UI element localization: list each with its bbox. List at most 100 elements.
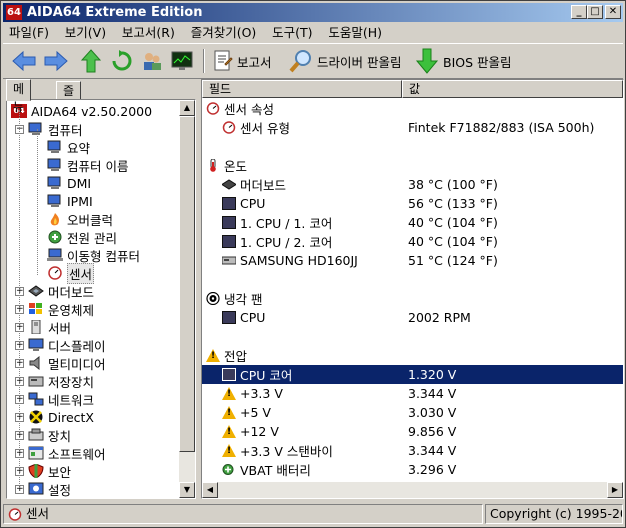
warning-icon: !	[206, 349, 220, 362]
tree-item-network[interactable]: + 네트워크	[15, 390, 94, 408]
scroll-down-button[interactable]: ▼	[179, 482, 195, 498]
menu-help[interactable]: 도움말(H)	[322, 23, 388, 42]
row-field: VBAT 배터리	[240, 463, 311, 478]
report-button[interactable]: 보고서	[213, 48, 272, 74]
tree-item-overclock[interactable]: 오버클럭	[47, 210, 113, 228]
tree-item-label: AIDA64 v2.50.2000	[31, 103, 153, 119]
tree-item-computer-name[interactable]: 컴퓨터 이름	[47, 156, 128, 174]
motherboard-icon	[28, 285, 44, 297]
tree-item-multimedia[interactable]: + 멀티미디어	[15, 354, 106, 372]
table-row[interactable]: SAMSUNG HD160JJ 51 °C (124 °F)	[202, 251, 623, 270]
scroll-right-button[interactable]: ▶	[607, 482, 623, 498]
scrollbar-thumb[interactable]	[179, 116, 195, 452]
driver-update-button[interactable]: 드라이버 판올림	[289, 48, 401, 74]
tree-item-devices[interactable]: + 장치	[15, 426, 71, 444]
tree-item-security[interactable]: + 보안	[15, 462, 71, 480]
table-row[interactable]: 1. CPU / 1. 코어 40 °C (104 °F)	[202, 213, 623, 232]
title-bar[interactable]: 64 AIDA64 Extreme Edition _ □ ✕	[3, 3, 623, 22]
software-icon	[28, 446, 44, 460]
row-value: 3.030 V	[408, 405, 457, 420]
cpu-icon	[222, 216, 236, 229]
tree-item-summary[interactable]: 요약	[47, 138, 90, 156]
tree-item-power[interactable]: 전원 관리	[47, 228, 117, 246]
tree-item-computer[interactable]: − 컴퓨터	[15, 120, 83, 138]
tree-item-ipmi[interactable]: IPMI	[47, 192, 93, 210]
minimize-button[interactable]: _	[571, 5, 587, 19]
tree-item-label: 컴퓨터 이름	[67, 158, 129, 174]
tree-item-display[interactable]: + 디스플레이	[15, 336, 106, 354]
column-header-value[interactable]: 값	[402, 80, 623, 98]
row-field: 1. CPU / 2. 코어	[240, 235, 333, 250]
table-row[interactable]: 센서 유형 Fintek F71882/883 (ISA 500h)	[202, 118, 623, 137]
table-row[interactable]: VBAT 배터리 3.296 V	[202, 460, 623, 479]
tree-item-storage[interactable]: + 저장장치	[15, 372, 94, 390]
tree-item-portable[interactable]: 이동형 컴퓨터	[47, 246, 140, 264]
section-title: 센서 속성	[224, 102, 274, 117]
tree-vertical-scrollbar[interactable]: ▲ ▼	[179, 100, 195, 498]
menu-file[interactable]: 파일(F)	[3, 23, 55, 42]
tree-item-directx[interactable]: + DirectX	[15, 408, 94, 426]
tree-item-label: 보안	[48, 464, 72, 480]
table-row-selected[interactable]: CPU 코어 1.320 V	[202, 365, 623, 384]
menu-view[interactable]: 보기(V)	[59, 23, 112, 42]
tree-item-settings[interactable]: + 설정	[15, 480, 71, 498]
sensor-gauge-icon	[8, 507, 22, 521]
tree-item-server[interactable]: + 서버	[15, 318, 71, 336]
column-header-field[interactable]: 필드	[202, 80, 402, 98]
up-button[interactable]	[81, 48, 101, 74]
table-row[interactable]: ! +12 V 9.856 V	[202, 422, 623, 441]
tree-item-dmi[interactable]: DMI	[47, 174, 91, 192]
menu-favorites[interactable]: 즐겨찾기(O)	[185, 23, 263, 42]
tab-favorites[interactable]: 즐겨찾기	[56, 81, 82, 152]
row-value: 9.856 V	[408, 424, 457, 439]
table-row[interactable]: ! +3.3 V 3.344 V	[202, 384, 623, 403]
row-value: 40 °C (104 °F)	[408, 215, 498, 230]
tree-view: 64 AIDA64 v2.50.2000 − 컴퓨터 요약 컴퓨터 이름 DMI	[6, 99, 196, 499]
table-row[interactable]: CPU 56 °C (133 °F)	[202, 194, 623, 213]
back-arrow-icon	[12, 50, 36, 72]
monitor-button[interactable]	[171, 48, 193, 74]
cpu-icon	[222, 311, 236, 324]
tree-item-os[interactable]: + 운영체제	[15, 300, 94, 318]
forward-arrow-icon	[44, 50, 68, 72]
tree-item-label: 머더보드	[48, 284, 95, 300]
close-button[interactable]: ✕	[605, 5, 621, 19]
table-row[interactable]: CPU 2002 RPM	[202, 308, 623, 327]
menu-tools[interactable]: 도구(T)	[266, 23, 318, 42]
table-row[interactable]: ! +3.3 V 스탠바이 3.344 V	[202, 441, 623, 460]
user-button[interactable]	[141, 48, 163, 74]
scroll-up-button[interactable]: ▲	[179, 100, 195, 116]
magnifier-icon	[289, 50, 311, 73]
fan-icon	[206, 292, 220, 305]
table-row[interactable]: 머더보드 38 °C (100 °F)	[202, 175, 623, 194]
row-field: SAMSUNG HD160JJ	[240, 253, 358, 268]
aida64-app-icon[interactable]: 64	[6, 5, 22, 20]
tree-item-label: 컴퓨터	[48, 122, 83, 138]
tree-item-sensor[interactable]: 센서	[47, 262, 95, 284]
cpu-icon	[222, 368, 236, 381]
tree-item-software[interactable]: + 소프트웨어	[15, 444, 106, 462]
back-button[interactable]	[11, 48, 37, 74]
table-row[interactable]: ! +5 V 3.030 V	[202, 403, 623, 422]
bios-update-label: BIOS 판올림	[443, 54, 512, 70]
row-field: +5 V	[240, 405, 271, 420]
power-management-icon	[48, 230, 62, 244]
tab-menu[interactable]: 메뉴	[6, 79, 32, 114]
tree-item-root[interactable]: 64 AIDA64 v2.50.2000	[11, 102, 152, 120]
scroll-left-button[interactable]: ◀	[202, 482, 218, 498]
sensor-gauge-icon	[48, 266, 62, 280]
row-value: 2002 RPM	[408, 310, 471, 325]
tree-item-motherboard[interactable]: + 머더보드	[15, 282, 94, 300]
refresh-button[interactable]	[111, 48, 133, 74]
details-horizontal-scrollbar[interactable]: ◀ ▶	[202, 482, 623, 498]
tree-item-label: 네트워크	[48, 392, 95, 408]
tree-item-label: DMI	[67, 175, 92, 191]
maximize-button[interactable]: □	[587, 5, 603, 19]
tree-item-label: 서버	[48, 320, 72, 336]
bios-update-button[interactable]: BIOS 판올림	[415, 48, 512, 74]
battery-icon	[222, 464, 234, 475]
up-arrow-icon	[81, 49, 101, 73]
table-row[interactable]: 1. CPU / 2. 코어 40 °C (104 °F)	[202, 232, 623, 251]
menu-report[interactable]: 보고서(R)	[116, 23, 181, 42]
forward-button[interactable]	[43, 48, 69, 74]
